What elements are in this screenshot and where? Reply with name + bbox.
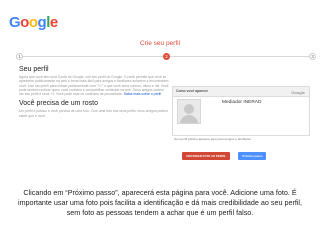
face-description: Um perfil é público e você precisa de um… xyxy=(19,109,168,118)
google-brand: Google xyxy=(291,90,305,95)
card-actions: Seu perfil público aparece aqui para ami… xyxy=(174,137,309,162)
logo-letter: g xyxy=(37,14,47,31)
logo-letter: o xyxy=(28,14,38,31)
learn-more-link[interactable]: Saiba mais sobre o perfil xyxy=(124,92,161,96)
page-title: Crie seu perfil xyxy=(139,40,181,47)
card-note: Seu perfil público aparece aqui para ami… xyxy=(174,137,252,141)
logo-letter: o xyxy=(20,14,29,31)
logo-letter: e xyxy=(49,14,58,31)
avatar-placeholder[interactable] xyxy=(177,99,201,124)
profile-heading: Seu perfil xyxy=(19,66,49,73)
face-heading: Você precisa de um rosto xyxy=(19,100,98,108)
step-3: 3 xyxy=(309,53,316,60)
card-header: Como você aparece Google xyxy=(173,87,309,97)
add-photo-button[interactable]: ADICIONAR FOTO AO PERFIL xyxy=(182,152,230,160)
next-step-button[interactable]: Próximo passo xyxy=(238,152,267,160)
profile-name: Mediador INERAD xyxy=(222,100,262,105)
step-2-current: 2 xyxy=(163,53,170,60)
step-1: 1 xyxy=(16,53,23,60)
caption-text: Clicando em “Próximo passo”, aparecerá e… xyxy=(17,188,303,217)
profile-preview-card: Como você aparece Google Mediador INERAD xyxy=(172,86,310,136)
profile-info: Seu perfil Agora que você tem uma Conta … xyxy=(19,66,169,120)
google-logo: Google xyxy=(9,14,58,31)
avatar-head-shape xyxy=(184,104,194,114)
screenshot: Google Crie seu perfil 1 2 3 Seu perfil … xyxy=(0,0,320,179)
avatar-body-shape xyxy=(180,115,198,123)
progress-steps: 1 2 3 xyxy=(16,52,316,62)
profile-description: Agora que você tem uma Conta do Google, … xyxy=(19,75,169,97)
logo-letter: G xyxy=(9,14,21,31)
